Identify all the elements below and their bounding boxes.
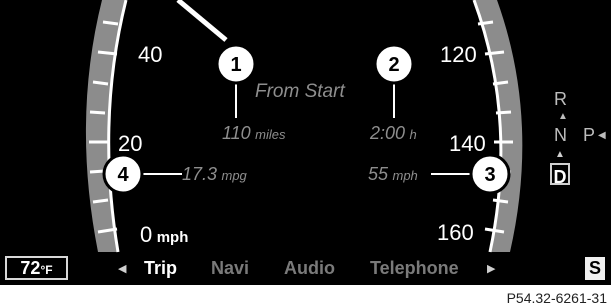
trip-distance: 110 miles: [222, 124, 286, 143]
temperature-unit: °F: [40, 263, 53, 277]
speed-label-120: 120: [440, 42, 477, 67]
gear-drive: D: [550, 163, 570, 187]
temperature-display: 72°F: [5, 256, 68, 280]
distance-unit: miles: [255, 127, 286, 142]
gear-reverse: R: [554, 89, 567, 109]
up-arrow-icon: ▲: [555, 149, 565, 160]
speed-unit: mph: [156, 229, 189, 246]
from-start-label: From Start: [255, 81, 345, 102]
speed-zero-value: 0: [140, 222, 153, 247]
left-arrow-icon[interactable]: ◀: [118, 264, 126, 275]
callout-4-number: 4: [117, 164, 129, 186]
speedometer-dial: 1 2 3 4: [85, 0, 523, 253]
avg-speed-value: 55: [368, 164, 389, 184]
instrument-cluster-screen: 1 2 3 4 40 20 0 mph 120 140 160 From Sta…: [0, 0, 611, 285]
speed-label-140: 140: [449, 131, 486, 156]
left-arrow-icon: ◀: [598, 130, 606, 141]
trip-average-speed: 55 mph: [368, 165, 418, 184]
callout-1-number: 1: [230, 54, 241, 76]
tab-telephone[interactable]: Telephone: [370, 259, 459, 277]
gear-park: P: [583, 125, 596, 145]
right-arrow-icon[interactable]: ▶: [487, 264, 495, 275]
figure-reference: P54.32-6261-31: [506, 290, 607, 306]
speed-label-20: 20: [118, 131, 143, 156]
tab-trip[interactable]: Trip: [144, 259, 177, 277]
speed-label-0: 0 mph: [140, 224, 188, 246]
tab-navi[interactable]: Navi: [211, 259, 249, 277]
time-unit: h: [409, 127, 417, 142]
s-indicator: S: [585, 257, 605, 280]
speed-needle: [176, 0, 228, 42]
trip-consumption: 17.3 mpg: [182, 165, 247, 184]
avg-speed-unit: mph: [392, 168, 418, 183]
distance-value: 110: [222, 123, 251, 143]
callout-2-number: 2: [388, 54, 399, 76]
speed-label-160: 160: [437, 220, 474, 245]
time-value: 2:00: [370, 123, 406, 143]
tab-audio[interactable]: Audio: [284, 259, 335, 277]
gear-neutral: N: [554, 125, 567, 145]
consumption-value: 17.3: [182, 164, 218, 184]
temperature-value: 72: [20, 258, 41, 278]
consumption-unit: mpg: [221, 168, 247, 183]
callout-3-number: 3: [484, 164, 495, 186]
left-arc-band: [85, 0, 126, 252]
trip-time: 2:00 h: [370, 124, 417, 143]
speed-label-40: 40: [138, 42, 163, 67]
up-arrow-icon: ▲: [558, 111, 568, 122]
right-arc-band: [474, 0, 523, 252]
